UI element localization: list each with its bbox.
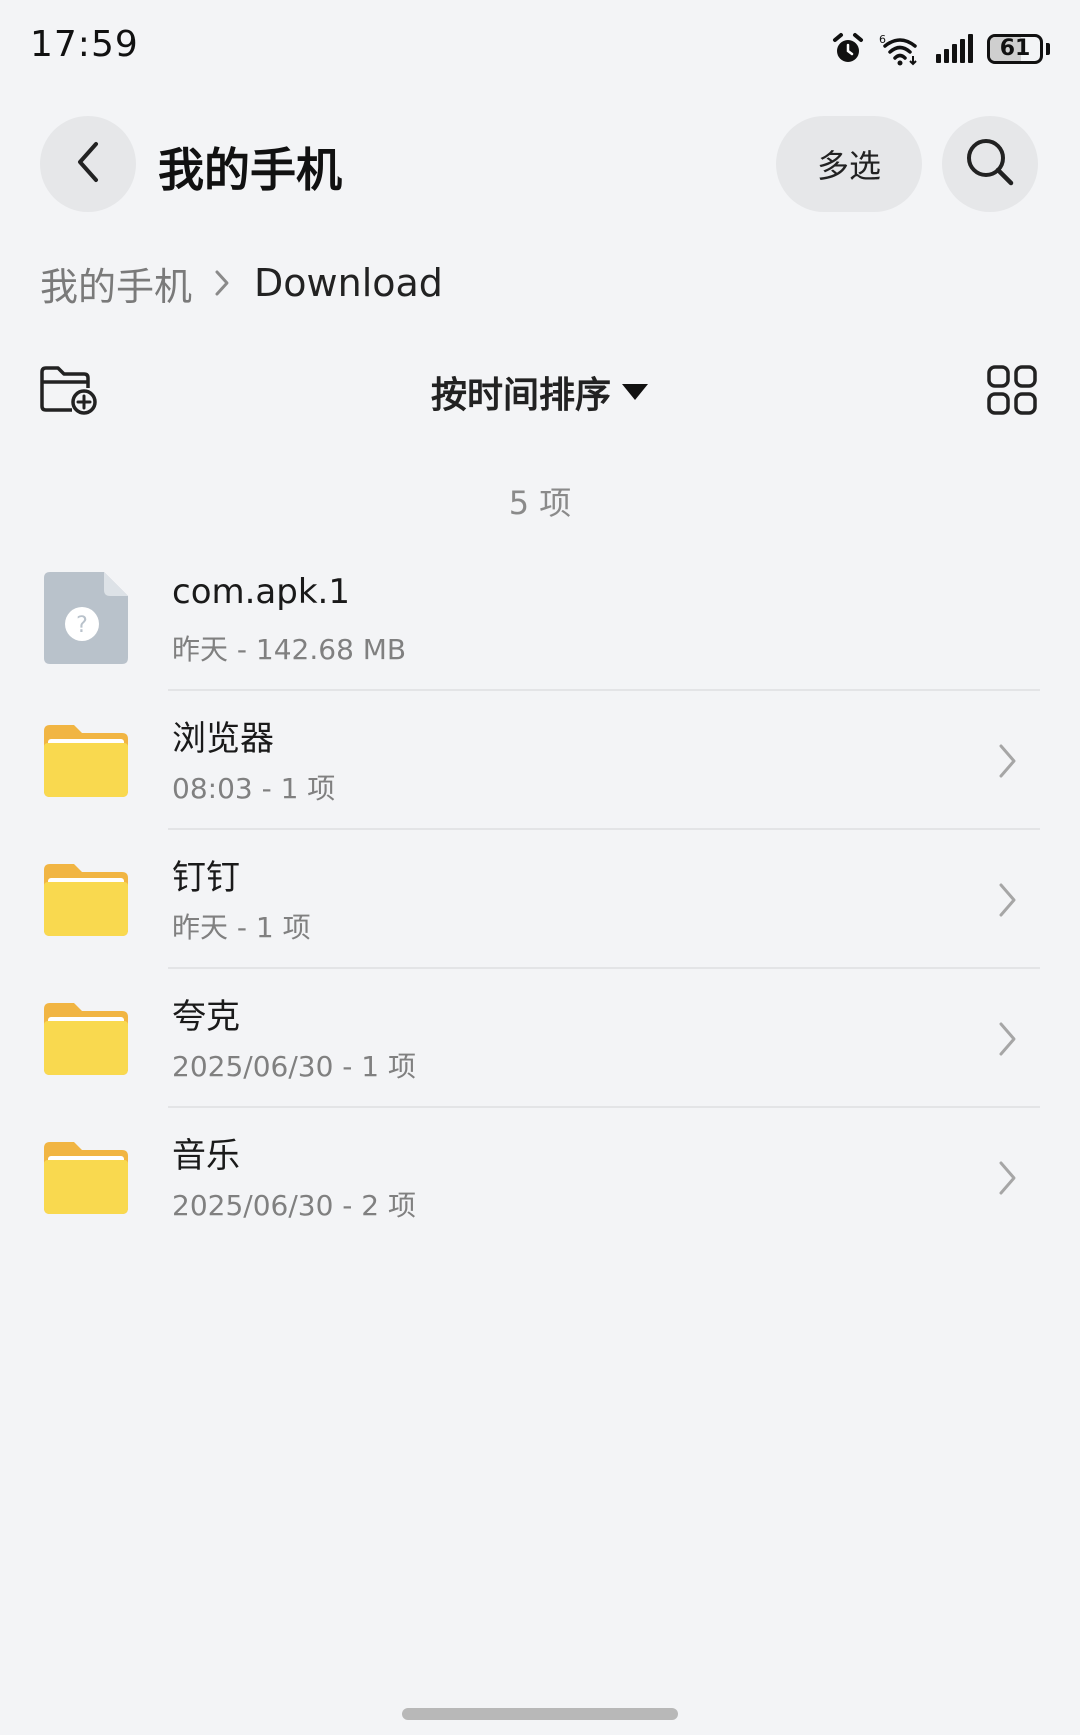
file-meta: 08:03 - 1 项 <box>172 772 336 805</box>
battery-level: 61 <box>999 36 1031 61</box>
battery-icon: 61 <box>987 34 1050 64</box>
status-time: 17:59 <box>30 24 139 65</box>
folder-icon <box>40 987 132 1083</box>
item-count: 5 项 <box>508 484 572 522</box>
chevron-right-icon <box>996 1158 1020 1198</box>
svg-text:?: ? <box>76 613 88 638</box>
file-name: 音乐 <box>172 1136 240 1176</box>
list-item[interactable]: ? com.apk.1 昨天 - 142.68 MB <box>0 552 1080 691</box>
file-meta: 昨天 - 142.68 MB <box>172 633 407 666</box>
search-icon <box>964 136 1016 192</box>
file-name: 夸克 <box>172 997 240 1037</box>
breadcrumb-current: Download <box>254 261 443 305</box>
breadcrumb: 我的手机 Download <box>40 256 443 311</box>
list-item[interactable]: 浏览器 08:03 - 1 项 <box>0 691 1080 830</box>
caret-down-icon <box>621 382 649 402</box>
chevron-right-icon <box>214 269 230 297</box>
breadcrumb-root[interactable]: 我的手机 <box>40 256 192 311</box>
sort-label: 按时间排序 <box>430 375 611 416</box>
chevron-left-icon <box>74 140 102 188</box>
home-indicator[interactable] <box>402 1708 678 1720</box>
file-meta: 昨天 - 1 项 <box>172 911 311 944</box>
battery-tip <box>1046 43 1050 55</box>
alarm-icon <box>831 32 865 66</box>
status-bar: 17:59 6 61 <box>0 0 1080 96</box>
chevron-right-icon <box>996 1019 1020 1059</box>
new-folder-button[interactable] <box>38 364 98 416</box>
list-item[interactable]: 钉钉 昨天 - 1 项 <box>0 830 1080 969</box>
wifi-icon: 6 <box>879 32 921 66</box>
file-name: 浏览器 <box>172 719 274 759</box>
list-item[interactable]: 音乐 2025/06/30 - 2 项 <box>0 1108 1080 1247</box>
search-button[interactable] <box>942 116 1038 212</box>
sort-dropdown[interactable]: 按时间排序 <box>410 366 670 418</box>
status-icons: 6 61 <box>831 28 1050 70</box>
list-item[interactable]: 夸克 2025/06/30 - 1 项 <box>0 969 1080 1108</box>
folder-icon <box>40 709 132 805</box>
battery-body: 61 <box>987 34 1043 64</box>
chevron-right-icon <box>996 741 1020 781</box>
file-name: 钉钉 <box>172 858 240 898</box>
grid-view-icon <box>986 365 1038 420</box>
folder-icon <box>40 1126 132 1222</box>
file-list: ? com.apk.1 昨天 - 142.68 MB 浏览器 08:03 - 1… <box>0 552 1080 1247</box>
file-meta: 2025/06/30 - 1 项 <box>172 1050 417 1083</box>
back-button[interactable] <box>40 116 136 212</box>
toolbar: 按时间排序 <box>0 360 1080 420</box>
file-meta: 2025/06/30 - 2 项 <box>172 1189 417 1222</box>
page-title: 我的手机 <box>158 143 342 197</box>
new-folder-icon <box>38 366 98 420</box>
grid-view-button[interactable] <box>986 364 1038 416</box>
file-name: com.apk.1 <box>172 572 350 612</box>
folder-icon <box>40 848 132 944</box>
header: 我的手机 多选 <box>0 112 1080 216</box>
chevron-right-icon <box>996 880 1020 920</box>
multiselect-button[interactable]: 多选 <box>776 116 922 212</box>
signal-icon <box>935 34 973 64</box>
unknown-file-icon: ? <box>40 570 132 666</box>
